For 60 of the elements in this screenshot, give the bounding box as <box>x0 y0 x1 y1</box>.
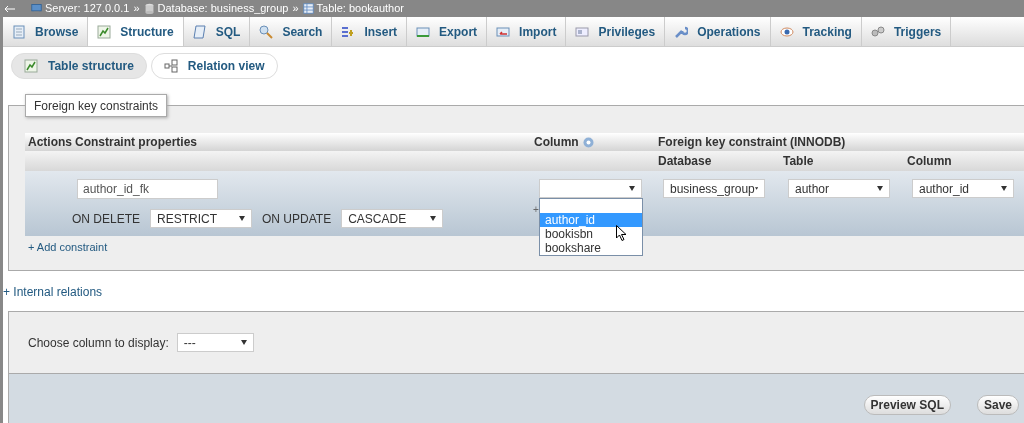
breadcrumb-link[interactable]: Database: business_group <box>157 0 289 17</box>
section-legend: Foreign key constraints <box>25 94 168 117</box>
column-select[interactable] <box>539 179 642 198</box>
table-select[interactable]: author <box>788 179 890 198</box>
caret-icon <box>239 216 245 221</box>
chart-icon <box>24 59 38 73</box>
on-update-label: ON UPDATE <box>262 210 332 228</box>
table-icon <box>12 24 26 39</box>
breadcrumb-link[interactable]: Server: 127.0.0.1 <box>45 0 130 17</box>
tab[interactable]: Structure <box>88 17 184 46</box>
column-header: Database <box>657 153 713 170</box>
on-delete-label: ON DELETE <box>72 210 140 228</box>
database-icon <box>143 3 155 14</box>
back-arrow-icon[interactable] <box>5 5 15 12</box>
column-header: Column <box>906 153 953 170</box>
internal-relations-link[interactable]: + Internal relations <box>3 283 103 301</box>
subtab[interactable]: Table structure <box>11 53 147 79</box>
caret-icon <box>629 186 635 191</box>
breadcrumb-link[interactable]: Table: bookauthor <box>316 0 404 17</box>
magnifier-icon <box>259 24 274 39</box>
caret-icon <box>1001 186 1007 191</box>
computer-icon <box>31 3 42 14</box>
display-column-label: Choose column to display: <box>28 334 169 352</box>
column-header: Column <box>534 134 579 151</box>
column-select[interactable]: author_id <box>912 179 1014 198</box>
column-header: Actions <box>27 134 72 151</box>
on-update-select[interactable]: CASCADE <box>341 209 444 228</box>
database-select[interactable]: business_group <box>663 179 765 198</box>
caret-icon <box>240 340 247 345</box>
document-icon <box>192 24 207 39</box>
dropdown-option[interactable]: bookisbn <box>540 227 642 241</box>
column-header: Constraint properties <box>74 134 198 151</box>
cursor-icon <box>616 225 627 242</box>
display-column-select[interactable]: --- <box>176 333 254 352</box>
card-icon <box>575 24 590 39</box>
caret-icon <box>430 216 437 221</box>
export-icon <box>416 24 431 39</box>
action-button[interactable]: Save <box>976 395 1019 415</box>
breadcrumb-separator: » <box>133 1 140 17</box>
action-button[interactable]: Preview SQL <box>863 395 951 415</box>
table-icon <box>302 3 314 14</box>
on-delete-select[interactable]: RESTRICT <box>150 209 252 228</box>
wrench-icon <box>674 24 689 39</box>
add-constraint-link[interactable]: + Add constraint <box>28 239 108 256</box>
column-header: Table <box>782 153 815 170</box>
insert-row-icon <box>341 24 356 39</box>
constraint-name-field[interactable]: author_id_fk <box>77 179 218 199</box>
caret-icon <box>877 186 883 191</box>
caret-icon <box>754 186 758 191</box>
column-header: Foreign key constraint (INNODB) <box>657 134 847 151</box>
dropdown-option[interactable]: bookshare <box>540 241 642 255</box>
import-icon <box>496 24 511 39</box>
plus-sign: + <box>533 203 539 217</box>
eye-icon <box>779 24 794 39</box>
chart-icon <box>97 24 112 39</box>
relation-icon <box>163 59 178 73</box>
gears-icon <box>870 24 885 39</box>
help-icon[interactable] <box>582 136 594 148</box>
subtab[interactable]: Relation view <box>150 53 278 79</box>
breadcrumb-separator: » <box>292 1 299 17</box>
